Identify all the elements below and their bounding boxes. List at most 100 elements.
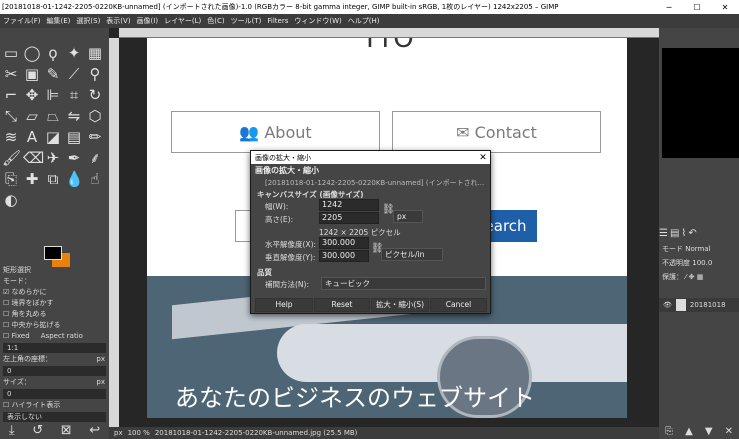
antialias-checkbox[interactable]: ☑ なめらかに xyxy=(0,287,109,298)
size-x-field[interactable]: 0 xyxy=(3,389,106,399)
clone-icon[interactable]: ⎘ xyxy=(2,170,20,188)
help-button[interactable]: Help xyxy=(255,298,313,312)
lasso-icon[interactable]: ϙ xyxy=(44,44,62,62)
reset-button[interactable]: Reset xyxy=(314,298,370,312)
feather-checkbox[interactable]: ☐ 境界をぼかす xyxy=(0,298,109,309)
window-titlebar: [20181018-01-1242-2205-0220KB-unnamed] (… xyxy=(0,0,739,14)
vertical-ruler[interactable] xyxy=(109,38,119,428)
menu-view[interactable]: 表示(V) xyxy=(103,16,133,26)
align-icon[interactable]: ⊫ xyxy=(44,86,62,104)
yres-input[interactable]: 300.000 xyxy=(319,250,369,262)
heal-icon[interactable]: ✚ xyxy=(23,170,41,188)
layer-item[interactable]: 👁 20181018 xyxy=(659,298,739,312)
toolbox-footer: ⤓ ↺ ⊠ ↩ xyxy=(0,421,109,439)
interp-select[interactable]: キュービック xyxy=(321,277,486,290)
lower-layer-icon[interactable]: ▼ xyxy=(705,426,713,437)
bucket-fill-icon[interactable]: ◪ xyxy=(44,128,62,146)
menu-help[interactable]: ヘルプ(H) xyxy=(345,16,383,26)
flip-icon[interactable]: ⇋ xyxy=(65,107,83,125)
color-select-icon[interactable]: ▦ xyxy=(86,44,104,62)
dodge-burn-icon[interactable]: ◐ xyxy=(2,191,20,209)
fixed-label: Fixed xyxy=(11,332,30,340)
menu-filters[interactable]: Filters xyxy=(264,17,291,25)
width-input[interactable]: 1242 xyxy=(319,199,379,211)
mode-row[interactable]: モード Normal xyxy=(659,244,739,255)
menu-file[interactable]: ファイル(F) xyxy=(0,16,44,26)
mypaint-brush-icon[interactable]: ⸙ xyxy=(86,149,104,167)
size-unit[interactable]: px xyxy=(96,377,109,388)
menu-colors[interactable]: 色(C) xyxy=(204,16,227,26)
rotate-icon[interactable]: ↻ xyxy=(86,86,104,104)
scale-button[interactable]: 拡大・縮小(S) xyxy=(371,298,429,312)
blur-icon[interactable]: 💧 xyxy=(65,170,84,188)
menu-tools[interactable]: ツール(T) xyxy=(228,16,265,26)
opacity-row[interactable]: 不透明度 100.0 xyxy=(659,258,739,269)
text-icon[interactable]: A xyxy=(23,128,41,146)
paths-icon[interactable]: ✎ xyxy=(44,65,62,83)
delete-options-icon[interactable]: ⊠ xyxy=(61,423,72,438)
cancel-button[interactable]: Cancel xyxy=(430,298,487,312)
menu-windows[interactable]: ウィンドウ(W) xyxy=(291,16,344,26)
position-unit[interactable]: px xyxy=(96,354,109,365)
eraser-icon[interactable]: ⌫ xyxy=(23,149,44,167)
menu-edit[interactable]: 編集(E) xyxy=(44,16,74,26)
unit-dropdown[interactable]: px xyxy=(109,429,123,437)
delete-layer-icon[interactable]: ✕ xyxy=(725,426,733,437)
zoom-icon[interactable]: ⚲ xyxy=(86,65,104,83)
measure-icon[interactable]: ⌐ xyxy=(2,86,20,104)
paths-tab-icon[interactable]: ⌇ xyxy=(681,228,686,242)
menu-image[interactable]: 画像(I) xyxy=(134,16,162,26)
pencil-icon[interactable]: ✏ xyxy=(86,128,104,146)
menu-select[interactable]: 選択(S) xyxy=(73,16,103,26)
restore-options-icon[interactable]: ↺ xyxy=(32,423,43,438)
undo-tab-icon[interactable]: ↶ xyxy=(688,228,696,242)
antialias-label: なめらかに xyxy=(11,288,47,296)
maximize-button[interactable]: ☐ xyxy=(683,3,711,12)
warp-icon[interactable]: ≋ xyxy=(2,128,20,146)
height-input[interactable]: 2205 xyxy=(319,212,379,224)
menu-layer[interactable]: レイヤー(L) xyxy=(161,16,204,26)
scissors-icon[interactable]: ✂ xyxy=(2,65,20,83)
ellipse-select-icon[interactable]: ◯ xyxy=(23,44,41,62)
smudge-icon[interactable]: ☝ xyxy=(86,170,104,188)
fixed-row[interactable]: ☐ Fixed Aspect ratio xyxy=(0,331,109,342)
xres-input[interactable]: 300.000 xyxy=(319,237,369,249)
unit-select[interactable]: px xyxy=(393,210,423,223)
minimize-button[interactable]: ─ xyxy=(655,3,683,12)
close-window-button[interactable]: ✕ xyxy=(711,3,739,12)
expand-center-checkbox[interactable]: ☐ 中央から拡げる xyxy=(0,320,109,331)
gradient-icon[interactable]: ▤ xyxy=(65,128,83,146)
ink-icon[interactable]: ✒ xyxy=(65,149,83,167)
foreground-select-icon[interactable]: ▣ xyxy=(23,65,41,83)
aspect-dropdown[interactable]: Aspect ratio xyxy=(41,332,83,340)
color-picker-icon[interactable]: ⟋ xyxy=(65,65,83,83)
fuzzy-select-icon[interactable]: ✦ xyxy=(65,44,83,62)
move-icon[interactable]: ✥ xyxy=(23,86,41,104)
horizontal-ruler[interactable] xyxy=(119,28,659,38)
res-unit-select[interactable]: ピクセル/in xyxy=(381,248,443,261)
reset-options-icon[interactable]: ↩ xyxy=(89,423,100,438)
save-options-icon[interactable]: ⤓ xyxy=(9,423,15,438)
crop-icon[interactable]: ⌗ xyxy=(65,86,83,104)
paintbrush-icon[interactable]: 🖌 xyxy=(2,149,21,167)
highlight-checkbox[interactable]: ☐ ハイライト表示 xyxy=(0,400,109,411)
shear-icon[interactable]: ▱ xyxy=(23,107,41,125)
scale-icon[interactable]: ⤡ xyxy=(2,107,20,125)
channels-tab-icon[interactable]: ▤ xyxy=(670,228,679,242)
zoom-dropdown[interactable]: 100 % xyxy=(123,429,150,437)
new-layer-icon[interactable]: ⎘ xyxy=(665,426,673,437)
layers-tab-icon[interactable]: ☰ xyxy=(659,228,668,242)
rect-select-icon[interactable]: ▭ xyxy=(2,44,20,62)
airbrush-icon[interactable]: ✈ xyxy=(44,149,62,167)
perspective-clone-icon[interactable]: ⧉ xyxy=(44,170,62,188)
position-x-field[interactable]: 0 xyxy=(3,366,106,376)
cage-icon[interactable]: ⬡ xyxy=(86,107,104,125)
raise-layer-icon[interactable]: ▲ xyxy=(685,426,693,437)
perspective-icon[interactable]: ⏢ xyxy=(44,107,62,125)
about-button: 👥 About xyxy=(171,111,380,153)
eye-icon[interactable]: 👁 xyxy=(663,301,672,309)
rounded-checkbox[interactable]: ☐ 角を丸める xyxy=(0,309,109,320)
ratio-field[interactable]: 1:1 xyxy=(3,343,106,353)
dialog-close-icon[interactable]: ✕ xyxy=(476,153,490,163)
foreground-color-swatch[interactable] xyxy=(44,246,62,260)
